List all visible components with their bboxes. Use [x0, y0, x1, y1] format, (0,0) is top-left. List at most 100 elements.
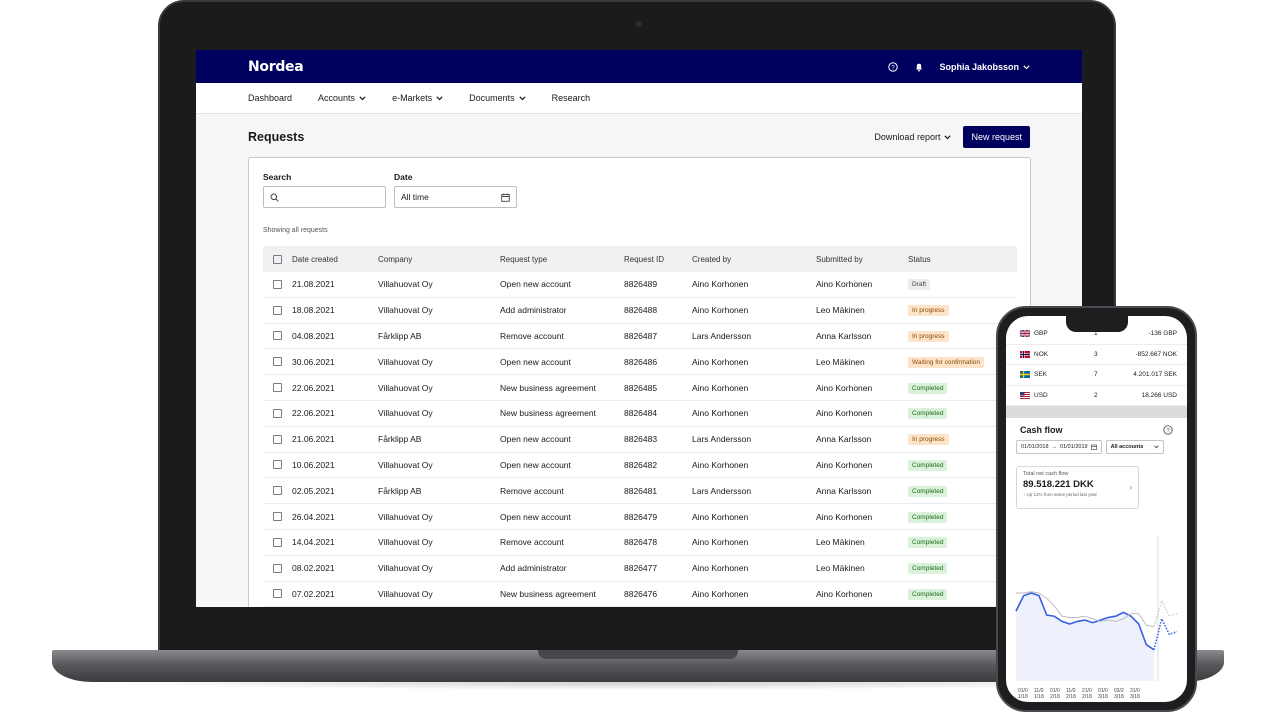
currency-amount: 18.266 USD: [1141, 391, 1177, 399]
currency-row[interactable]: USD 2 18.266 USD: [1006, 386, 1187, 406]
series-forecast-primary: [1153, 616, 1178, 650]
cell-created-by: Aino Korhonen: [692, 537, 749, 548]
cell-submitted-by: Leo Mäkinen: [816, 537, 865, 548]
cell-company: Villahuovat Oy: [378, 305, 433, 316]
cell-request-id: 8826478: [624, 537, 658, 548]
download-report-button[interactable]: Download report: [874, 132, 952, 142]
row-checkbox[interactable]: [273, 563, 282, 573]
row-checkbox[interactable]: [273, 512, 282, 522]
cell-submitted-by: Leo Mäkinen: [816, 563, 865, 574]
row-checkbox[interactable]: [273, 460, 282, 470]
cell-request-type: Open new account: [500, 511, 571, 522]
cell-submitted-by: Aino Korhonen: [816, 408, 873, 419]
account-count: 7: [1094, 371, 1098, 379]
nordea-logo[interactable]: Nordea: [248, 59, 304, 75]
cell-request-id: 8826484: [624, 408, 658, 419]
date-input[interactable]: All time: [394, 186, 517, 208]
table-row[interactable]: 22.06.2021 Villahuovat Oy New business agr…: [263, 375, 1017, 401]
cell-company: Villahuovat Oy: [378, 511, 433, 522]
cell-request-id: 8826476: [624, 588, 658, 599]
x-tick-label: 11/0 1/18: [1034, 688, 1044, 700]
currency-code: SEK: [1034, 371, 1048, 379]
cell-status: Completed: [908, 536, 1008, 549]
user-menu[interactable]: Sophia Jakobsson: [939, 62, 1030, 72]
cell-date-created: 22.06.2021: [292, 408, 335, 419]
top-bar: Nordea ? Sophia Jakobsson: [196, 50, 1082, 83]
nav-item-accounts[interactable]: Accounts: [318, 93, 366, 103]
select-all-checkbox[interactable]: [273, 254, 282, 264]
cell-company: Fårklipp AB: [378, 434, 422, 445]
header-request-id[interactable]: Request ID: [624, 255, 692, 264]
row-checkbox[interactable]: [273, 537, 282, 547]
header-created-by[interactable]: Created by: [692, 255, 816, 264]
status-badge: Completed: [908, 588, 948, 600]
cell-company: Villahuovat Oy: [378, 459, 433, 470]
table-row[interactable]: 02.05.2021 Fårklipp AB Remove account 88264…: [263, 478, 1017, 505]
row-checkbox[interactable]: [273, 331, 282, 341]
currency-row[interactable]: SEK 7 4.201.017 SEK: [1006, 365, 1187, 386]
row-checkbox[interactable]: [273, 305, 282, 315]
accounts-select[interactable]: All accounts: [1105, 440, 1164, 454]
row-checkbox[interactable]: [273, 357, 282, 367]
cell-status: Completed: [908, 485, 1008, 497]
cell-date-created: 21.06.2021: [292, 434, 335, 445]
date-range-to: 01/01/2019: [1060, 444, 1088, 450]
chart-x-axis: 01/0 1/18 11/0 1/18 01/0 2/18 11/0 2/18 21/0…: [1018, 688, 1143, 700]
table-row[interactable]: 14.04.2021 Villahuovat Oy Remove account 88…: [263, 530, 1017, 556]
no-flag-icon: [1020, 350, 1030, 358]
nav-label: Documents: [469, 93, 515, 103]
cell-request-type: Remove account: [500, 330, 564, 341]
table-row[interactable]: 07.02.2021 Villahuovat Oy New business agr…: [263, 582, 1017, 607]
x-tick-label: 21/0 2/18: [1082, 688, 1092, 700]
row-checkbox[interactable]: [273, 279, 282, 289]
new-request-button[interactable]: New request: [963, 126, 1030, 148]
table-row[interactable]: 30.06.2021 Villahuovat Oy Open new account…: [263, 349, 1017, 376]
header-submitted-by[interactable]: Submitted by: [816, 255, 908, 264]
header-company[interactable]: Company: [378, 255, 500, 264]
cell-request-type: Remove account: [500, 485, 564, 496]
cash-flow-header: Cash flow ?: [1006, 418, 1187, 438]
cell-status: In progress: [908, 304, 1008, 317]
table-row[interactable]: 21.06.2021 Fårklipp AB Open new account 882…: [263, 427, 1017, 453]
nav-item-documents[interactable]: Documents: [469, 93, 526, 103]
nav-item-e-markets[interactable]: e-Markets: [392, 93, 443, 103]
row-checkbox[interactable]: [273, 408, 282, 418]
table-row[interactable]: 22.06.2021 Villahuovat Oy New business agr…: [263, 401, 1017, 427]
table-row[interactable]: 10.06.2021 Villahuovat Oy Open new account…: [263, 453, 1017, 479]
date-filter: Date All time: [394, 172, 517, 208]
cell-request-type: Open new account: [500, 279, 571, 290]
currency-row[interactable]: NOK 3 -852.667 NOK: [1006, 345, 1187, 365]
header-date-created[interactable]: Date created: [292, 255, 378, 264]
cell-status: Completed: [908, 588, 1008, 600]
cell-date-created: 08.02.2021: [292, 563, 335, 574]
help-icon[interactable]: ?: [885, 59, 901, 75]
nav-item-research[interactable]: Research: [552, 93, 591, 103]
total-net-cash-flow-card[interactable]: Total net cash flow 89.518.221 DKK ↑ Up …: [1016, 466, 1139, 509]
table-row[interactable]: 18.08.2021 Villahuovat Oy Add administrato…: [263, 298, 1017, 324]
table-row[interactable]: 21.08.2021 Villahuovat Oy Open new account…: [263, 272, 1017, 298]
nav-label: Accounts: [318, 93, 356, 103]
header-status[interactable]: Status: [908, 255, 1008, 264]
table-row[interactable]: 26.04.2021 Villahuovat Oy Open new account…: [263, 504, 1017, 530]
search-input[interactable]: [263, 186, 386, 208]
cash-flow-title: Cash flow: [1020, 425, 1063, 435]
cell-status: Completed: [908, 459, 1008, 471]
row-checkbox[interactable]: [273, 383, 282, 393]
header-request-type[interactable]: Request type: [500, 255, 624, 264]
bell-icon[interactable]: [911, 59, 927, 75]
cell-request-id: 8826489: [624, 279, 658, 290]
cell-request-type: Add administrator: [500, 305, 567, 316]
row-checkbox[interactable]: [273, 434, 282, 444]
row-checkbox[interactable]: [273, 589, 282, 599]
row-checkbox[interactable]: [273, 486, 282, 496]
table-row[interactable]: 08.02.2021 Villahuovat Oy Add administrato…: [263, 556, 1017, 582]
search-label: Search: [263, 172, 292, 182]
cell-request-type: New business agreement: [500, 408, 596, 419]
date-range-input[interactable]: 01/01/2018 → 01/01/2019: [1016, 440, 1102, 454]
table-row[interactable]: 04.08.2021 Fårklipp AB Remove account 88264…: [263, 324, 1017, 350]
nav-item-dashboard[interactable]: Dashboard: [248, 93, 292, 103]
help-icon[interactable]: ?: [1163, 425, 1173, 435]
x-tick-label: 01/0 1/18: [1018, 688, 1028, 700]
cell-request-type: Open new account: [500, 356, 571, 367]
nav-label: Research: [551, 93, 591, 103]
